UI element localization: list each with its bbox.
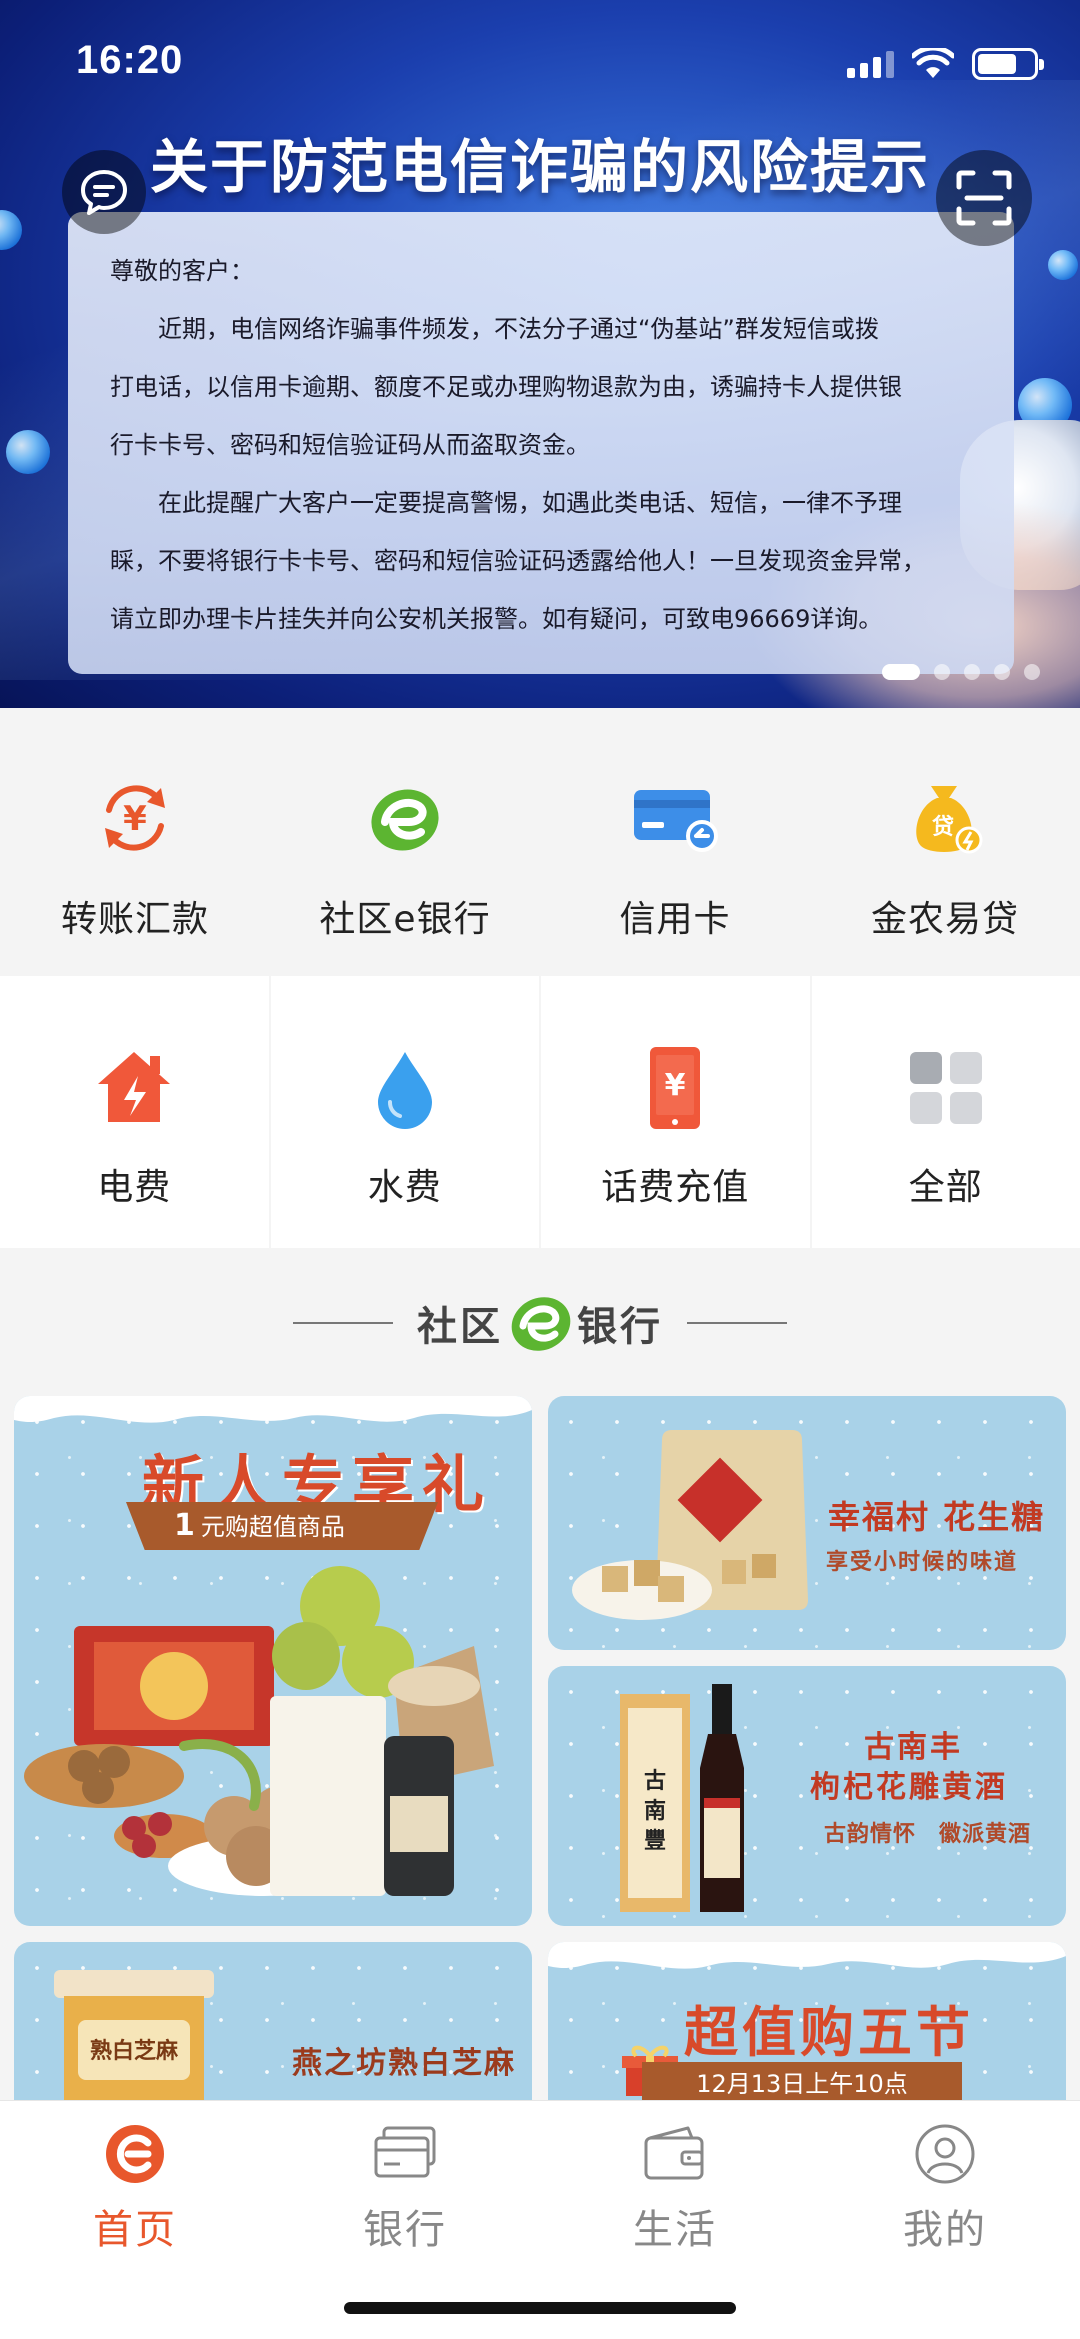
service-water[interactable]: 水费 [270, 976, 539, 1248]
promo-ribbon-number: 1 [174, 1508, 195, 1543]
section-title-right: 银行 [577, 1304, 663, 1350]
svg-text:豐: 豐 [644, 1829, 666, 1854]
svg-text:熟白芝麻: 熟白芝麻 [90, 2038, 179, 2064]
notice-card: 尊敬的客户： 近期，电信网络诈骗事件频发，不法分子通过“伪基站”群发短信或拨 打… [68, 212, 1014, 674]
notice-greeting: 尊敬的客户： [110, 257, 254, 285]
promo-title: 超值购五节 [684, 2001, 974, 2064]
services-grid: 电费 水费 ¥ 话费充值 全部 [0, 976, 1080, 1248]
notice-line: 在此提醒广大客户一定要提高警惕，如遇此类电话、短信，一律不予理 [158, 489, 902, 517]
home-icon [102, 2121, 168, 2187]
decor-bubble [1048, 250, 1078, 280]
scan-icon [956, 170, 1012, 226]
wifi-icon [912, 48, 954, 78]
service-label: 全部 [908, 1167, 983, 1208]
section-header-e-bank: 社区 银行 [0, 1248, 1080, 1398]
promo-ribbon: 1 元购超值商品 [126, 1502, 438, 1550]
promo-shopping-festival[interactable]: 超值购五节 12月13日上午10点 [548, 1942, 1066, 2122]
tab-label: 首页 [93, 2207, 177, 2253]
transfer-yuan-icon: ¥ [85, 768, 185, 868]
service-electricity[interactable]: 电费 [0, 976, 269, 1248]
status-time: 16:20 [76, 38, 184, 82]
section-title-left: 社区 [417, 1304, 503, 1350]
service-label: 话费充值 [601, 1167, 750, 1208]
phone-topup-icon: ¥ [625, 1038, 725, 1138]
e-bank-icon [355, 768, 455, 868]
service-label: 水费 [367, 1167, 442, 1208]
promo-sesame[interactable]: 熟白芝麻 燕之坊熟白芝麻 [14, 1942, 532, 2122]
home-indicator[interactable] [344, 2302, 736, 2314]
svg-text:南: 南 [644, 1799, 666, 1824]
decor-bubble [6, 430, 50, 474]
section-title: 社区 银行 [417, 1288, 663, 1358]
status-icons [847, 48, 1044, 80]
divider [293, 1322, 393, 1324]
peanut-candy-package-image [572, 1430, 808, 1620]
svg-text:贷: 贷 [932, 814, 954, 840]
quick-e-bank[interactable]: 社区e银行 [270, 708, 540, 976]
quick-label: 转账汇款 [60, 899, 209, 940]
sesame-jar-image: 熟白芝麻 [54, 1970, 214, 2122]
quick-credit-card[interactable]: 信用卡 [540, 708, 810, 976]
app-root: 16:20 关于防范电信诈骗的风险提示 尊敬的客户： 近期，电信网络诈骗事件频发… [0, 0, 1080, 2339]
carousel-indicator [882, 664, 1040, 680]
e-letter-icon [511, 1297, 571, 1351]
status-bar: 16:20 [0, 0, 1080, 130]
promo-title: 幸福村 花生糖 [828, 1498, 1046, 1536]
promo-title: 燕之坊熟白芝麻 [292, 2046, 516, 2081]
announcement-banner[interactable]: 16:20 关于防范电信诈骗的风险提示 尊敬的客户： 近期，电信网络诈骗事件频发… [0, 0, 1080, 708]
quick-label: 金农易贷 [870, 899, 1019, 940]
promo-subtitle: 古韵情怀 徽派黄酒 [824, 1822, 1032, 1847]
bank-card-icon [372, 2121, 438, 2187]
tab-label: 生活 [633, 2207, 717, 2253]
signal-icon [847, 50, 894, 78]
grid-all-icon [896, 1038, 996, 1138]
quick-label: 社区e银行 [319, 899, 491, 940]
message-button[interactable] [62, 150, 146, 234]
promo-title-line2: 枸杞花雕黄酒 [810, 1770, 1008, 1805]
quick-transfer[interactable]: ¥ 转账汇款 [0, 708, 270, 976]
carousel-dot [1024, 664, 1040, 680]
electricity-house-icon [84, 1038, 184, 1138]
loan-bag-icon: 贷 [895, 768, 995, 868]
quick-loan[interactable]: 贷 金农易贷 [810, 708, 1080, 976]
tab-home[interactable]: 首页 [0, 2101, 270, 2339]
carousel-dot [882, 664, 920, 680]
credit-card-icon [625, 768, 725, 868]
svg-text:¥: ¥ [665, 1068, 686, 1103]
promo-title-line1: 古南丰 [864, 1730, 963, 1765]
water-drop-icon [355, 1038, 455, 1138]
promo-rice-wine[interactable]: 古 南 豐 古南丰 枸杞花雕黄酒 古韵情怀 徽派黄酒 [548, 1666, 1066, 1926]
promo-ribbon-text: 元购超值商品 [200, 1513, 345, 1541]
service-label: 电费 [97, 1167, 172, 1208]
notice-line: 近期，电信网络诈骗事件频发，不法分子通过“伪基站”群发短信或拨 [158, 315, 879, 343]
banner-title: 关于防范电信诈骗的风险提示 [149, 133, 930, 201]
notice-line: 睬，不要将银行卡卡号、密码和短信验证码透露给他人！一旦发现资金异常， [110, 547, 926, 575]
quick-actions: ¥ 转账汇款 社区e银行 信用卡 贷 金农易贷 [0, 708, 1080, 976]
tab-label: 银行 [363, 2207, 447, 2253]
chat-bubble-icon [81, 170, 127, 215]
wallet-icon [642, 2121, 708, 2187]
gift-products-image [24, 1566, 494, 1896]
service-phone-topup[interactable]: ¥ 话费充值 [541, 976, 810, 1248]
notice-line: 行卡卡号、密码和短信验证码从而盗取资金。 [110, 431, 590, 459]
carousel-dot [994, 664, 1010, 680]
carousel-dot [964, 664, 980, 680]
svg-text:¥: ¥ [123, 799, 147, 839]
quick-label: 信用卡 [619, 899, 731, 940]
svg-text:古: 古 [644, 1768, 666, 1794]
tab-mine[interactable]: 我的 [810, 2101, 1080, 2339]
tab-label: 我的 [903, 2207, 987, 2253]
battery-icon [972, 48, 1044, 80]
wine-bottle-image: 古 南 豐 [620, 1684, 744, 1912]
service-all[interactable]: 全部 [811, 976, 1080, 1248]
promo-peanut-candy[interactable]: 幸福村 花生糖 享受小时候的味道 [548, 1396, 1066, 1650]
notice-line: 请立即办理卡片挂失并向公安机关报警。如有疑问，可致电96669详询。 [110, 605, 883, 633]
notice-line: 打电话，以信用卡逾期、额度不足或办理购物退款为由，诱骗持卡人提供银 [110, 373, 902, 401]
promo-new-user-gift[interactable]: 新人专享礼 1 元购超值商品 [14, 1396, 532, 1926]
promo-subtitle: 享受小时候的味道 [826, 1550, 1019, 1575]
profile-icon [912, 2121, 978, 2187]
carousel-dot [934, 664, 950, 680]
divider [687, 1322, 787, 1324]
scan-button[interactable] [936, 150, 1032, 246]
